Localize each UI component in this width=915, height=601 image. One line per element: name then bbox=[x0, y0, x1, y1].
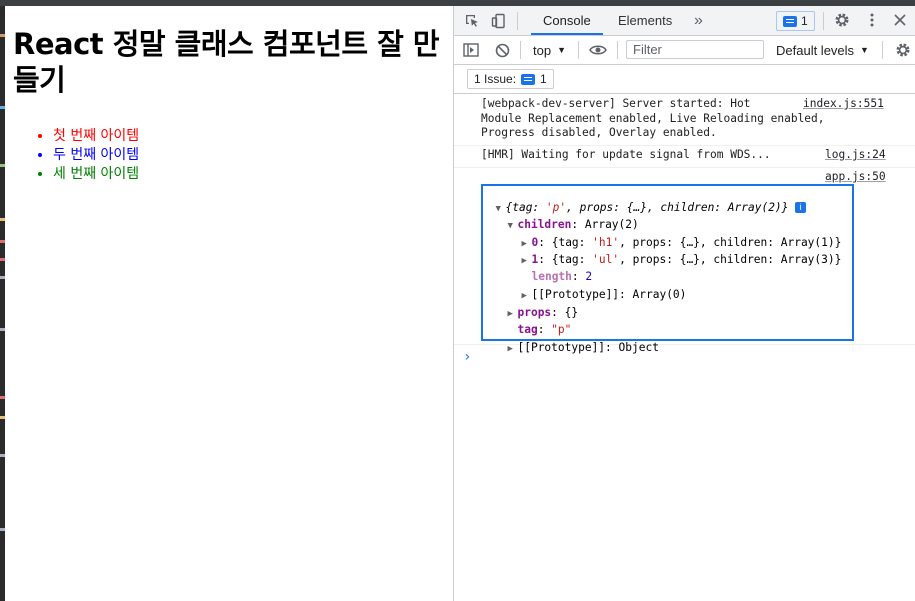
issues-count: 1 bbox=[801, 14, 808, 28]
list-item: 세 번째 아이템 bbox=[53, 165, 139, 184]
item-list: 첫 번째 아이템 두 번째 아이템 세 번째 아이템 bbox=[13, 127, 139, 184]
property-string: 'ul' bbox=[592, 252, 620, 266]
log-levels-dropdown[interactable]: Default levels ▼ bbox=[776, 41, 869, 59]
list-item: 두 번째 아이템 bbox=[53, 146, 139, 165]
log-separator bbox=[454, 167, 915, 168]
inspect-element-icon[interactable] bbox=[463, 12, 481, 30]
console-source-link[interactable]: index.js:551 bbox=[803, 97, 884, 112]
issues-counter-button[interactable]: 1 bbox=[776, 11, 815, 31]
toolbar-separator bbox=[520, 41, 521, 59]
dropdown-arrow-icon: ▼ bbox=[557, 45, 566, 55]
rendered-page: React 정말 클래스 컴포넌트 잘 만들기 첫 번째 아이템 두 번째 아이… bbox=[5, 6, 453, 601]
prototype-label: [[Prototype]]: Object bbox=[517, 340, 659, 354]
tree-row-object-prototype[interactable]: ▶ [[Prototype]]: Object bbox=[494, 326, 659, 356]
property-value: , props: {…}, children: Array(3)} bbox=[619, 252, 842, 266]
issues-label: 1 Issue: bbox=[474, 72, 517, 86]
clear-console-icon[interactable] bbox=[493, 41, 511, 59]
issues-bar: 1 Issue: 1 bbox=[454, 65, 915, 94]
toolbar-separator bbox=[823, 12, 824, 30]
toolbar-separator bbox=[882, 41, 883, 59]
dropdown-arrow-icon: ▼ bbox=[860, 45, 869, 55]
filter-input[interactable] bbox=[626, 40, 764, 59]
settings-gear-icon[interactable] bbox=[833, 11, 851, 29]
more-tabs-icon[interactable]: » bbox=[694, 6, 703, 35]
device-toolbar-icon[interactable] bbox=[490, 12, 508, 30]
issues-link[interactable]: 1 Issue: 1 bbox=[467, 69, 554, 89]
page-heading: React 정말 클래스 컴포넌트 잘 만들기 bbox=[13, 27, 440, 97]
log-separator bbox=[454, 145, 915, 146]
context-selector[interactable]: top ▼ bbox=[533, 41, 566, 59]
context-label: top bbox=[533, 42, 552, 58]
close-devtools-icon[interactable] bbox=[891, 11, 909, 29]
list-item: 첫 번째 아이템 bbox=[53, 127, 139, 146]
more-options-icon[interactable] bbox=[864, 11, 880, 29]
info-icon[interactable]: i bbox=[795, 201, 807, 213]
toolbar-separator bbox=[517, 12, 518, 30]
issues-bar-count: 1 bbox=[540, 72, 547, 86]
toolbar-separator bbox=[578, 41, 579, 59]
console-prompt-icon[interactable]: › bbox=[463, 350, 471, 365]
console-source-link[interactable]: app.js:50 bbox=[825, 170, 886, 185]
collapsed-triangle-icon: ▶ bbox=[507, 343, 513, 354]
console-source-link[interactable]: log.js:24 bbox=[825, 148, 886, 163]
console-toolbar: top ▼ Default levels ▼ bbox=[454, 36, 915, 65]
console-settings-gear-icon[interactable] bbox=[894, 41, 912, 59]
show-sidebar-icon[interactable] bbox=[462, 41, 480, 59]
log-levels-label: Default levels bbox=[776, 42, 855, 58]
live-expression-eye-icon[interactable] bbox=[588, 41, 608, 59]
console-log-message: [webpack-dev-server] Server started: Hot… bbox=[481, 97, 825, 139]
devtools-main-toolbar: Console Elements » 1 bbox=[454, 6, 915, 36]
console-log-message: [HMR] Waiting for update signal from WDS… bbox=[481, 148, 771, 161]
issue-message-icon bbox=[783, 15, 797, 27]
tab-elements[interactable]: Elements bbox=[618, 6, 672, 35]
toolbar-separator bbox=[617, 41, 618, 59]
tab-console[interactable]: Console bbox=[531, 6, 603, 35]
issue-message-icon bbox=[521, 73, 536, 85]
